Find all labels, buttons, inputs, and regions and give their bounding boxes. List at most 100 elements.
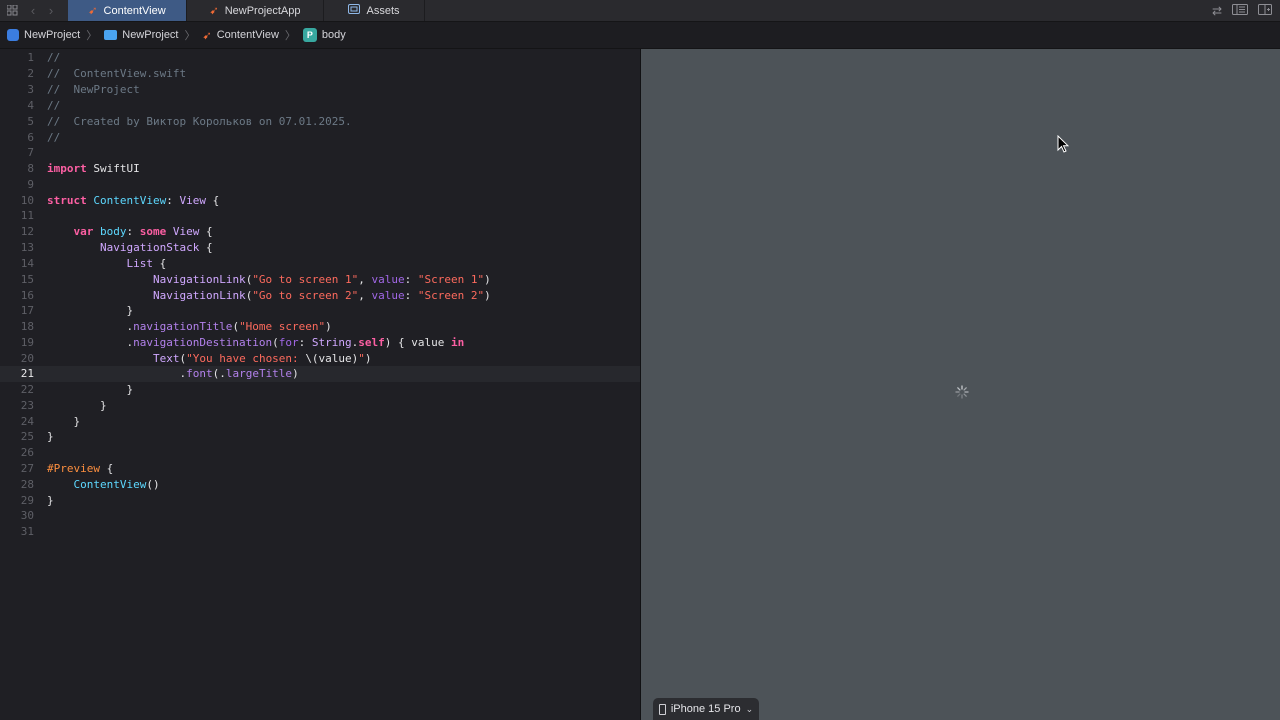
line-number: 29 [20, 494, 34, 507]
swap-arrows-icon[interactable]: ⇄ [1212, 4, 1222, 18]
code-token: .navigationDestination(for: String.self)… [47, 335, 464, 351]
code-token: NavigationStack [99, 241, 200, 254]
code-token: ContentView() [47, 477, 160, 493]
breadcrumb: NewProject 〉 NewProject 〉 ➹ ContentView … [0, 22, 1280, 49]
code-token: { [199, 225, 213, 238]
code-token: } [47, 304, 134, 317]
breadcrumb-symbol[interactable]: P body [302, 28, 346, 42]
code-token: font [186, 367, 213, 380]
code-token: ) { [384, 336, 412, 349]
code-line: 10 struct ContentView: View { [0, 193, 640, 209]
code-token: // [47, 130, 60, 146]
code-token: ) [484, 289, 491, 302]
code-token: } [47, 383, 134, 396]
code-token: navigationTitle [133, 320, 233, 333]
grid-icon[interactable] [0, 0, 24, 21]
code-token: // NewProject [47, 82, 140, 98]
code-line: 8 import SwiftUI [0, 161, 640, 177]
line-number: 21 [20, 367, 34, 380]
iphone-icon [658, 703, 666, 715]
code-token: : [298, 336, 312, 349]
code-line: 3 // NewProject [0, 82, 640, 98]
line-number: 5 [27, 115, 34, 128]
code-token: "Home screen" [239, 320, 326, 333]
breadcrumb-group[interactable]: NewProject [104, 29, 179, 41]
code-token: ) [292, 367, 299, 380]
code-token: var body: some View { [47, 224, 213, 240]
code-token: .navigationTitle("Home screen") [47, 319, 332, 335]
code-token: #Preview { [47, 461, 113, 477]
code-line: 15 NavigationLink("Go to screen 1", valu… [0, 272, 640, 288]
code-token: Text("You have chosen: \(value)") [47, 351, 372, 367]
line-number: 2 [27, 67, 34, 80]
code-token: List { [47, 256, 166, 272]
tab-label: NewProjectApp [224, 4, 301, 17]
code-token: ) [325, 320, 332, 333]
line-number: 23 [20, 399, 34, 412]
chevron-right-icon: 〉 [284, 30, 296, 42]
line-number: 8 [27, 162, 34, 175]
code-token: import SwiftUI [47, 161, 140, 177]
editor-options-icon[interactable] [1232, 3, 1248, 18]
code-token: { [205, 194, 220, 207]
device-selector[interactable]: iPhone 15 Pro ⌄ [653, 698, 759, 720]
code-token: NavigationLink("Go to screen 1", value: … [47, 272, 491, 288]
swift-file-icon: ➹ [202, 29, 212, 42]
breadcrumb-label: body [321, 29, 346, 41]
back-chevron-icon[interactable]: ‹ [24, 0, 42, 21]
line-number: 19 [20, 336, 34, 349]
code-token: NavigationStack { [47, 240, 213, 256]
code-token: // Created by Виктор Корольков on 07.01.… [47, 114, 352, 130]
code-line: 29} [0, 493, 640, 509]
code-line: 27 #Preview { [0, 461, 640, 477]
code-token: ) [484, 273, 491, 286]
line-number: 11 [20, 209, 34, 222]
code-token: // NewProject [47, 83, 140, 96]
breadcrumb-project[interactable]: NewProject [0, 29, 80, 41]
code-token: { [199, 241, 213, 254]
chevron-right-icon: 〉 [86, 30, 98, 42]
forward-chevron-icon[interactable]: › [42, 0, 60, 21]
code-editor[interactable]: 1 // 2 // ContentView.swift 3 // NewProject… [0, 49, 640, 720]
code-line: 13 NavigationStack { [0, 240, 640, 256]
code-token: , [358, 273, 372, 286]
code-token: View [172, 225, 200, 238]
tab-assets[interactable]: Assets [324, 0, 425, 21]
code-token: self [358, 336, 385, 349]
code-token: : [126, 225, 140, 238]
code-token: navigationDestination [133, 336, 273, 349]
line-number: 18 [20, 320, 34, 333]
code-token: largeTitle [225, 367, 293, 380]
breadcrumb-file[interactable]: ➹ ContentView [203, 29, 279, 42]
code-token: ) [364, 352, 372, 365]
add-editor-icon[interactable] [1258, 3, 1272, 18]
code-token: . [47, 367, 187, 380]
code-line: 23 } [0, 398, 640, 414]
code-token: : [404, 273, 418, 286]
code-token: // [47, 99, 61, 112]
tab-newprojectapp[interactable]: ➹ NewProjectApp [187, 0, 324, 21]
code-token: } [47, 415, 81, 428]
line-number: 3 [27, 83, 34, 96]
code-token: value [371, 273, 405, 286]
code-token: body [100, 225, 127, 238]
code-token: (. [212, 367, 226, 380]
code-line: 24 } [0, 414, 640, 430]
tab-contentview[interactable]: ➹ ContentView [68, 0, 187, 21]
code-token: import [47, 162, 87, 175]
line-number: 15 [20, 273, 34, 286]
line-number: 16 [20, 289, 34, 302]
line-number: 9 [27, 178, 34, 191]
code-token: // Created by Виктор Корольков on 07.01.… [47, 115, 352, 128]
code-line: 19 .navigationDestination(for: String.se… [0, 335, 640, 351]
code-token: . [47, 336, 134, 349]
line-number: 12 [20, 225, 34, 238]
code-line: 7 [0, 145, 640, 161]
code-token: "Screen 2" [417, 289, 485, 302]
code-line: 4 // [0, 98, 640, 114]
line-number: 1 [27, 51, 34, 64]
code-token: value [371, 289, 405, 302]
code-token: // [47, 98, 60, 114]
